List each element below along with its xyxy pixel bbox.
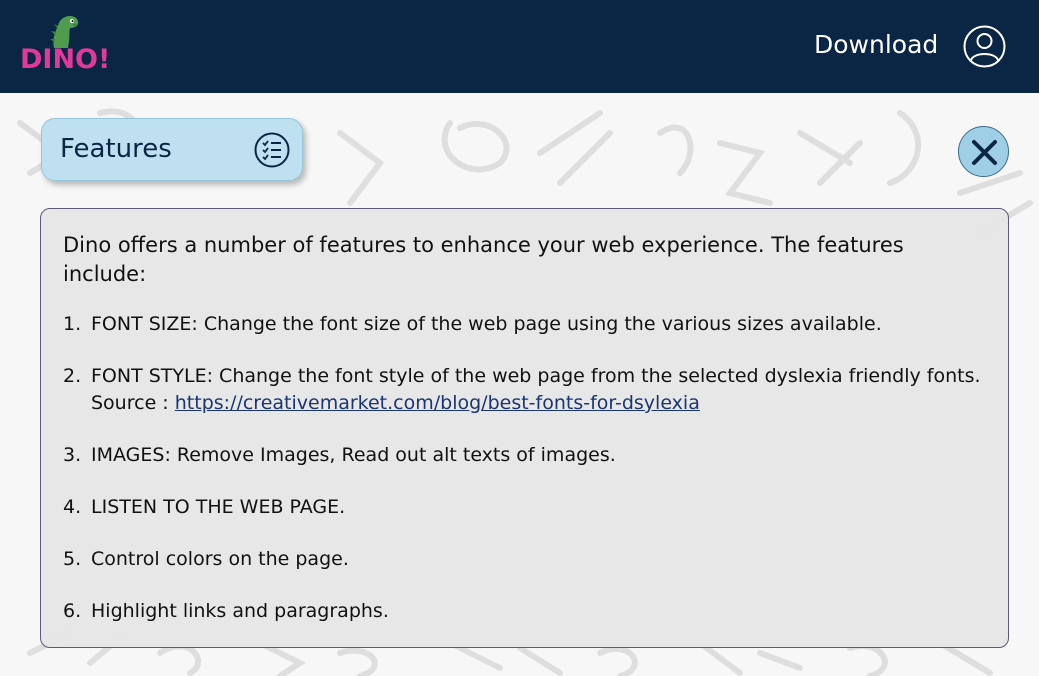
features-panel: Dino offers a number of features to enha… xyxy=(40,208,1009,648)
feature-item-highlight: 6. Highlight links and paragraphs. xyxy=(63,598,993,625)
feature-text: FONT SIZE: Change the font size of the w… xyxy=(91,313,882,335)
feature-text: Highlight links and paragraphs. xyxy=(91,600,389,622)
feature-number: 3. xyxy=(63,444,82,466)
user-account-button[interactable] xyxy=(963,25,1006,68)
features-intro: Dino offers a number of features to enha… xyxy=(63,233,904,286)
feature-item-listen: 4. LISTEN TO THE WEB PAGE. xyxy=(63,494,993,521)
features-tab[interactable]: Features xyxy=(41,118,303,181)
close-button[interactable] xyxy=(958,126,1009,177)
features-list: 1. FONT SIZE: Change the font size of th… xyxy=(63,311,993,650)
dino-logo[interactable]: DINO! xyxy=(20,14,110,80)
feature-number: 2. xyxy=(63,365,82,387)
features-title: Features xyxy=(60,134,172,164)
feature-item-images: 3. IMAGES: Remove Images, Read out alt t… xyxy=(63,442,993,469)
download-link[interactable]: Download xyxy=(814,30,938,59)
feature-item-font-style: 2. FONT STYLE: Change the font style of … xyxy=(63,363,993,417)
top-header: DINO! Download xyxy=(0,0,1039,93)
close-icon xyxy=(972,140,997,165)
feature-item-font-size: 1. FONT SIZE: Change the font size of th… xyxy=(63,311,993,338)
checklist-icon xyxy=(254,132,290,168)
feature-number: 4. xyxy=(63,496,82,518)
feature-number: 6. xyxy=(63,600,82,622)
source-link[interactable]: https://creativemarket.com/blog/best-fon… xyxy=(175,392,700,414)
feature-number: 1. xyxy=(63,313,82,335)
feature-text: IMAGES: Remove Images, Read out alt text… xyxy=(91,444,616,466)
feature-text: Control colors on the page. xyxy=(91,548,349,570)
feature-number: 5. xyxy=(63,548,82,570)
feature-item-colors: 5. Control colors on the page. xyxy=(63,546,993,573)
logo-text: DINO! xyxy=(20,44,111,75)
feature-text: LISTEN TO THE WEB PAGE. xyxy=(91,496,346,518)
user-icon xyxy=(963,25,1006,68)
